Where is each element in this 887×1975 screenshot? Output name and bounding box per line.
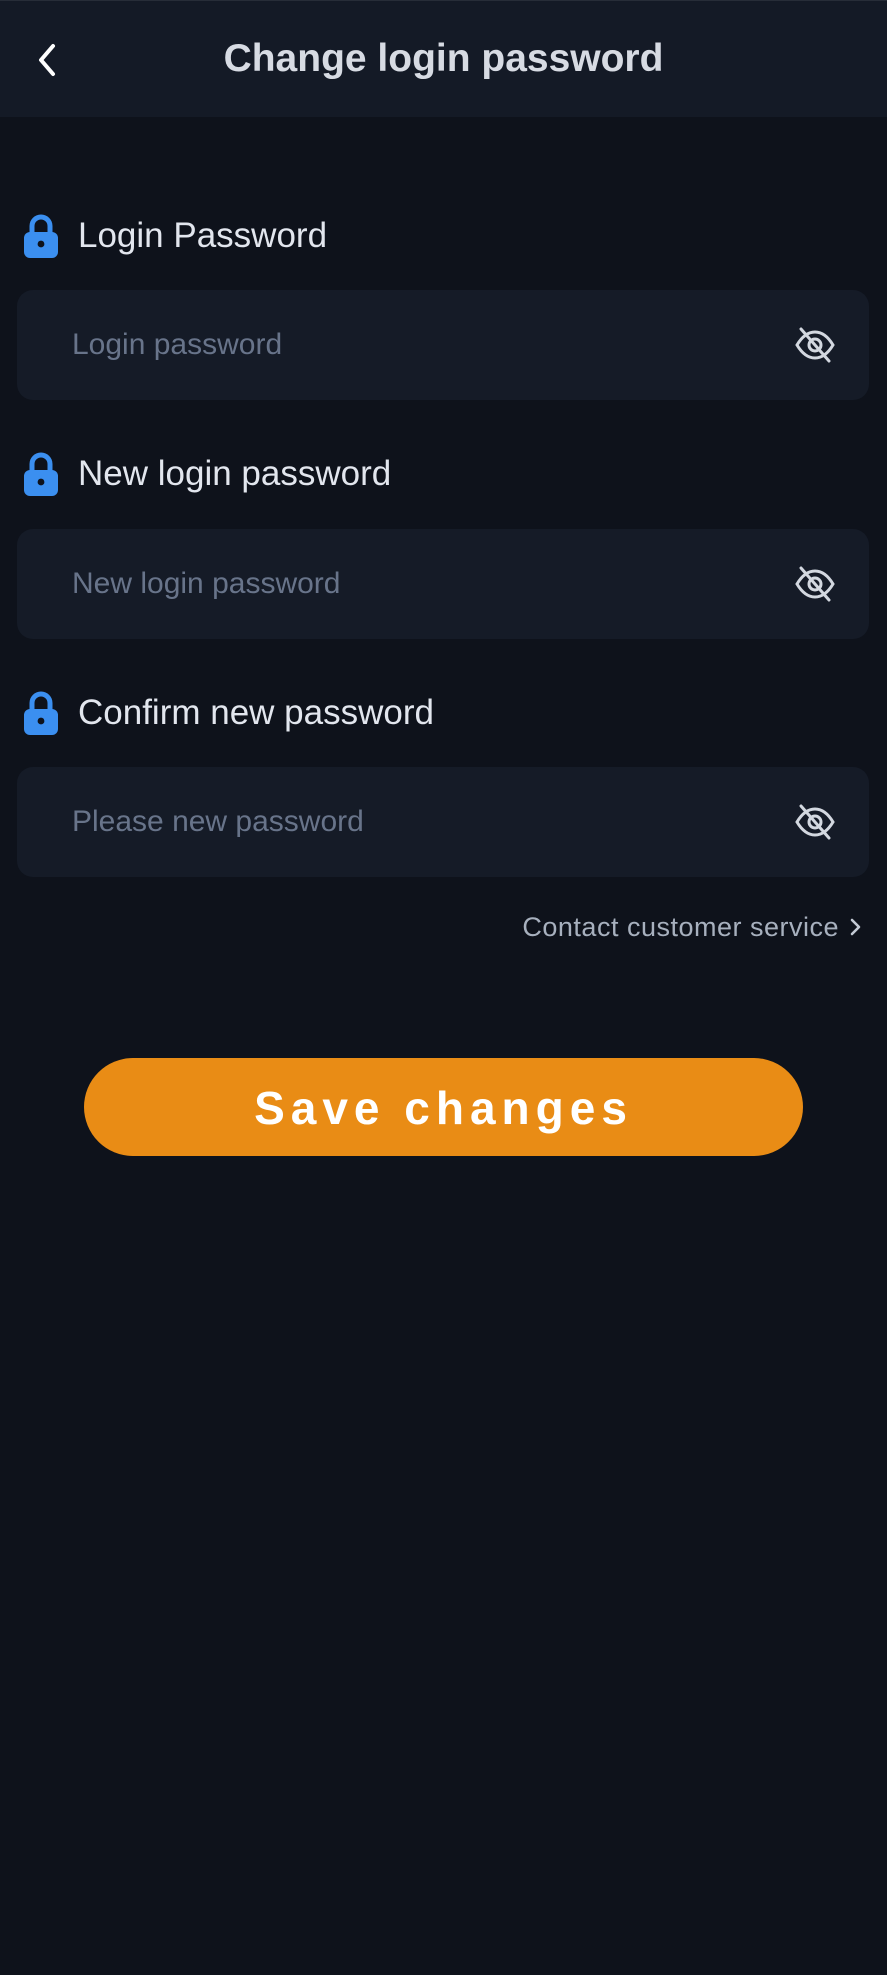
- page-title: Change login password: [223, 37, 664, 80]
- lock-icon: [22, 212, 62, 260]
- eye-off-icon[interactable]: [794, 801, 836, 843]
- confirm-password-label: Confirm new password: [78, 693, 434, 732]
- new-password-box: [17, 529, 869, 639]
- login-password-box: [17, 290, 869, 400]
- lock-icon: [22, 689, 62, 737]
- chevron-right-icon: [849, 915, 865, 939]
- contact-customer-service-link[interactable]: Contact customer service: [522, 907, 865, 947]
- app-root: Change login password Login Password New…: [0, 0, 887, 1975]
- confirm-password-input[interactable]: [72, 767, 772, 877]
- new-password-label-row: New login password: [22, 446, 391, 502]
- login-password-input[interactable]: [72, 290, 772, 400]
- top-bar: Change login password: [0, 0, 887, 117]
- eye-off-icon[interactable]: [794, 563, 836, 605]
- lock-icon: [22, 450, 62, 498]
- new-password-input[interactable]: [72, 529, 772, 639]
- new-password-label: New login password: [78, 454, 392, 493]
- contact-customer-service-label: Contact customer service: [522, 911, 839, 942]
- login-password-label-row: Login Password: [22, 208, 327, 264]
- confirm-password-label-row: Confirm new password: [22, 685, 434, 741]
- login-password-label: Login Password: [78, 216, 328, 255]
- confirm-password-box: [17, 767, 869, 877]
- eye-off-icon[interactable]: [794, 324, 836, 366]
- save-changes-button[interactable]: Save changes: [84, 1058, 803, 1156]
